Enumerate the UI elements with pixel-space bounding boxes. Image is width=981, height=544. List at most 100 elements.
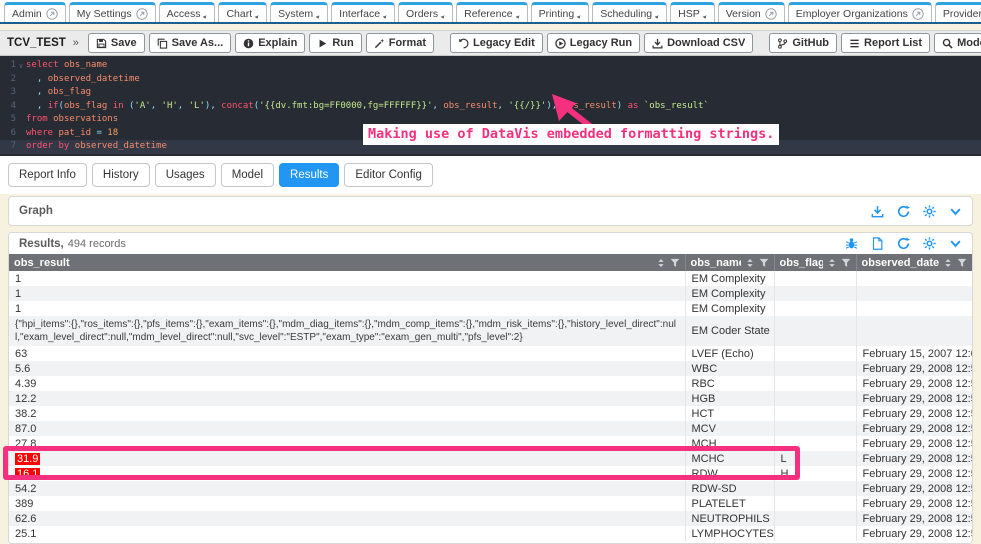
table-row: {"hpi_items":{},"ros_items":{},"pfs_item… [9, 316, 972, 346]
line-number: 5 [0, 113, 16, 127]
cell-obs-result: 16.1 [9, 466, 685, 481]
cell-obs-result: 62.6 [9, 511, 685, 526]
download-icon [652, 38, 663, 49]
github-button[interactable]: GitHub [769, 33, 837, 53]
legacy-run-button[interactable]: Legacy Run [547, 33, 640, 53]
cell-obs-flag [774, 391, 856, 406]
cell-obs-flag [774, 406, 856, 421]
tab-history[interactable]: History [92, 163, 150, 187]
chevron-down-icon[interactable] [949, 205, 962, 218]
nav-tab-label: Admin [12, 8, 42, 20]
bug-icon[interactable] [845, 237, 858, 250]
top-nav-bar: Admin My SettingsAccessChartSystemInterfa… [0, 0, 981, 24]
nav-tab-label: Orders [406, 8, 438, 20]
filter-icon[interactable] [957, 258, 967, 268]
nav-tab-orders[interactable]: Orders [398, 2, 453, 22]
git-branch-icon [777, 38, 788, 49]
nav-tab-scheduling[interactable]: Scheduling [592, 2, 667, 22]
nav-tab-system[interactable]: System [270, 2, 328, 22]
fold-gutter [16, 113, 26, 127]
external-link-icon [136, 8, 148, 20]
download-icon[interactable] [871, 205, 884, 218]
tab-report-info[interactable]: Report Info [8, 163, 87, 187]
tab-editor-config[interactable]: Editor Config [344, 163, 432, 187]
cell-observed-datetime: February 29, 2008 12:58 PM [856, 376, 972, 391]
nav-tab-interface[interactable]: Interface [331, 2, 395, 22]
filter-icon[interactable] [841, 258, 851, 268]
file-icon[interactable] [871, 237, 884, 250]
formatted-result-chip: 31.9 [15, 453, 40, 465]
code-line-4: 4 , if(obs_flag in ('A', 'H', 'L'), conc… [0, 100, 981, 114]
nav-tab-label: HSP [678, 8, 700, 20]
nav-tab-reference[interactable]: Reference [456, 2, 527, 22]
table-row: 5.6WBCFebruary 29, 2008 12:58 PM [9, 361, 972, 376]
column-header-obs-flag[interactable]: obs_flag [774, 254, 856, 271]
save-button[interactable]: Save [88, 33, 145, 53]
results-panel-header[interactable]: Results, 494 records [9, 233, 972, 254]
sort-icon[interactable] [827, 258, 837, 268]
graph-panel-header[interactable]: Graph [9, 197, 972, 225]
column-header-obs-name[interactable]: obs_name [685, 254, 774, 271]
cell-obs-flag [774, 436, 856, 451]
button-label: GitHub [792, 37, 829, 49]
run-button[interactable]: Run [309, 33, 361, 53]
fold-arrow-icon[interactable]: ∨ [16, 59, 26, 73]
download-csv-button[interactable]: Download CSV [644, 33, 753, 53]
gear-icon[interactable] [923, 237, 936, 250]
line-number: 1 [0, 59, 16, 73]
sort-icon[interactable] [943, 258, 953, 268]
refresh-icon[interactable] [897, 237, 910, 250]
play-circle-icon [555, 38, 566, 49]
cell-obs-flag [774, 316, 856, 346]
results-panel-title: Results, [19, 238, 64, 250]
cell-obs-flag [774, 361, 856, 376]
nav-tab-provider-management[interactable]: Provider Management [935, 2, 981, 22]
column-label: obs_flag [780, 257, 823, 269]
table-row: 25.1LYMPHOCYTESFebruary 29, 2008 12:58 P… [9, 526, 972, 541]
tab-model[interactable]: Model [221, 163, 274, 187]
external-link-icon [912, 8, 924, 20]
nav-tab-admin[interactable]: Admin [4, 2, 66, 22]
tab-usages[interactable]: Usages [155, 163, 216, 187]
nav-tab-printing[interactable]: Printing [531, 2, 590, 22]
nav-tab-version[interactable]: Version [718, 2, 785, 22]
nav-tab-my-settings[interactable]: My Settings [69, 2, 156, 22]
cell-obs-flag [774, 376, 856, 391]
model-button[interactable]: Model [934, 33, 981, 53]
column-label: observed_datetime [862, 257, 940, 269]
sort-icon[interactable] [745, 258, 755, 268]
report-list-button[interactable]: Report List [841, 33, 930, 53]
cell-obs-result: 4.39 [9, 376, 685, 391]
cell-obs-name: LYMPHOCYTES [685, 526, 774, 541]
filter-icon[interactable] [759, 258, 769, 268]
format-button[interactable]: Format [366, 33, 434, 53]
cell-obs-flag [774, 286, 856, 301]
report-name-chevron[interactable]: » [73, 37, 79, 49]
code-text: where pat_id = 18 [26, 127, 118, 141]
save-as-button[interactable]: Save As... [149, 33, 232, 53]
gear-icon[interactable] [923, 205, 936, 218]
play-icon [317, 38, 328, 49]
sort-icon[interactable] [656, 258, 666, 268]
table-row: 27.8MCHFebruary 29, 2008 12:58 PM [9, 436, 972, 451]
tab-results[interactable]: Results [279, 163, 339, 187]
filter-icon[interactable] [670, 258, 680, 268]
explain-button[interactable]: Explain [235, 33, 305, 53]
cell-obs-result: {"hpi_items":{},"ros_items":{},"pfs_item… [9, 316, 685, 346]
chevron-down-icon[interactable] [949, 237, 962, 250]
legacy-edit-button[interactable]: Legacy Edit [450, 33, 543, 53]
column-header-obs-result[interactable]: obs_result [9, 254, 685, 271]
fold-gutter [16, 73, 26, 87]
nav-tab-hsp[interactable]: HSP [670, 2, 715, 22]
cell-obs-flag [774, 511, 856, 526]
nav-tab-chart[interactable]: Chart [218, 2, 267, 22]
column-header-observed-datetime[interactable]: observed_datetime [856, 254, 972, 271]
fold-gutter [16, 100, 26, 114]
line-number: 4 [0, 100, 16, 114]
nav-tab-access[interactable]: Access [159, 2, 216, 22]
nav-tab-employer-organizations[interactable]: Employer Organizations [788, 2, 932, 22]
refresh-icon[interactable] [897, 205, 910, 218]
cell-obs-result: 1 [9, 286, 685, 301]
copy-icon [157, 38, 168, 49]
cell-obs-result: 389 [9, 496, 685, 511]
